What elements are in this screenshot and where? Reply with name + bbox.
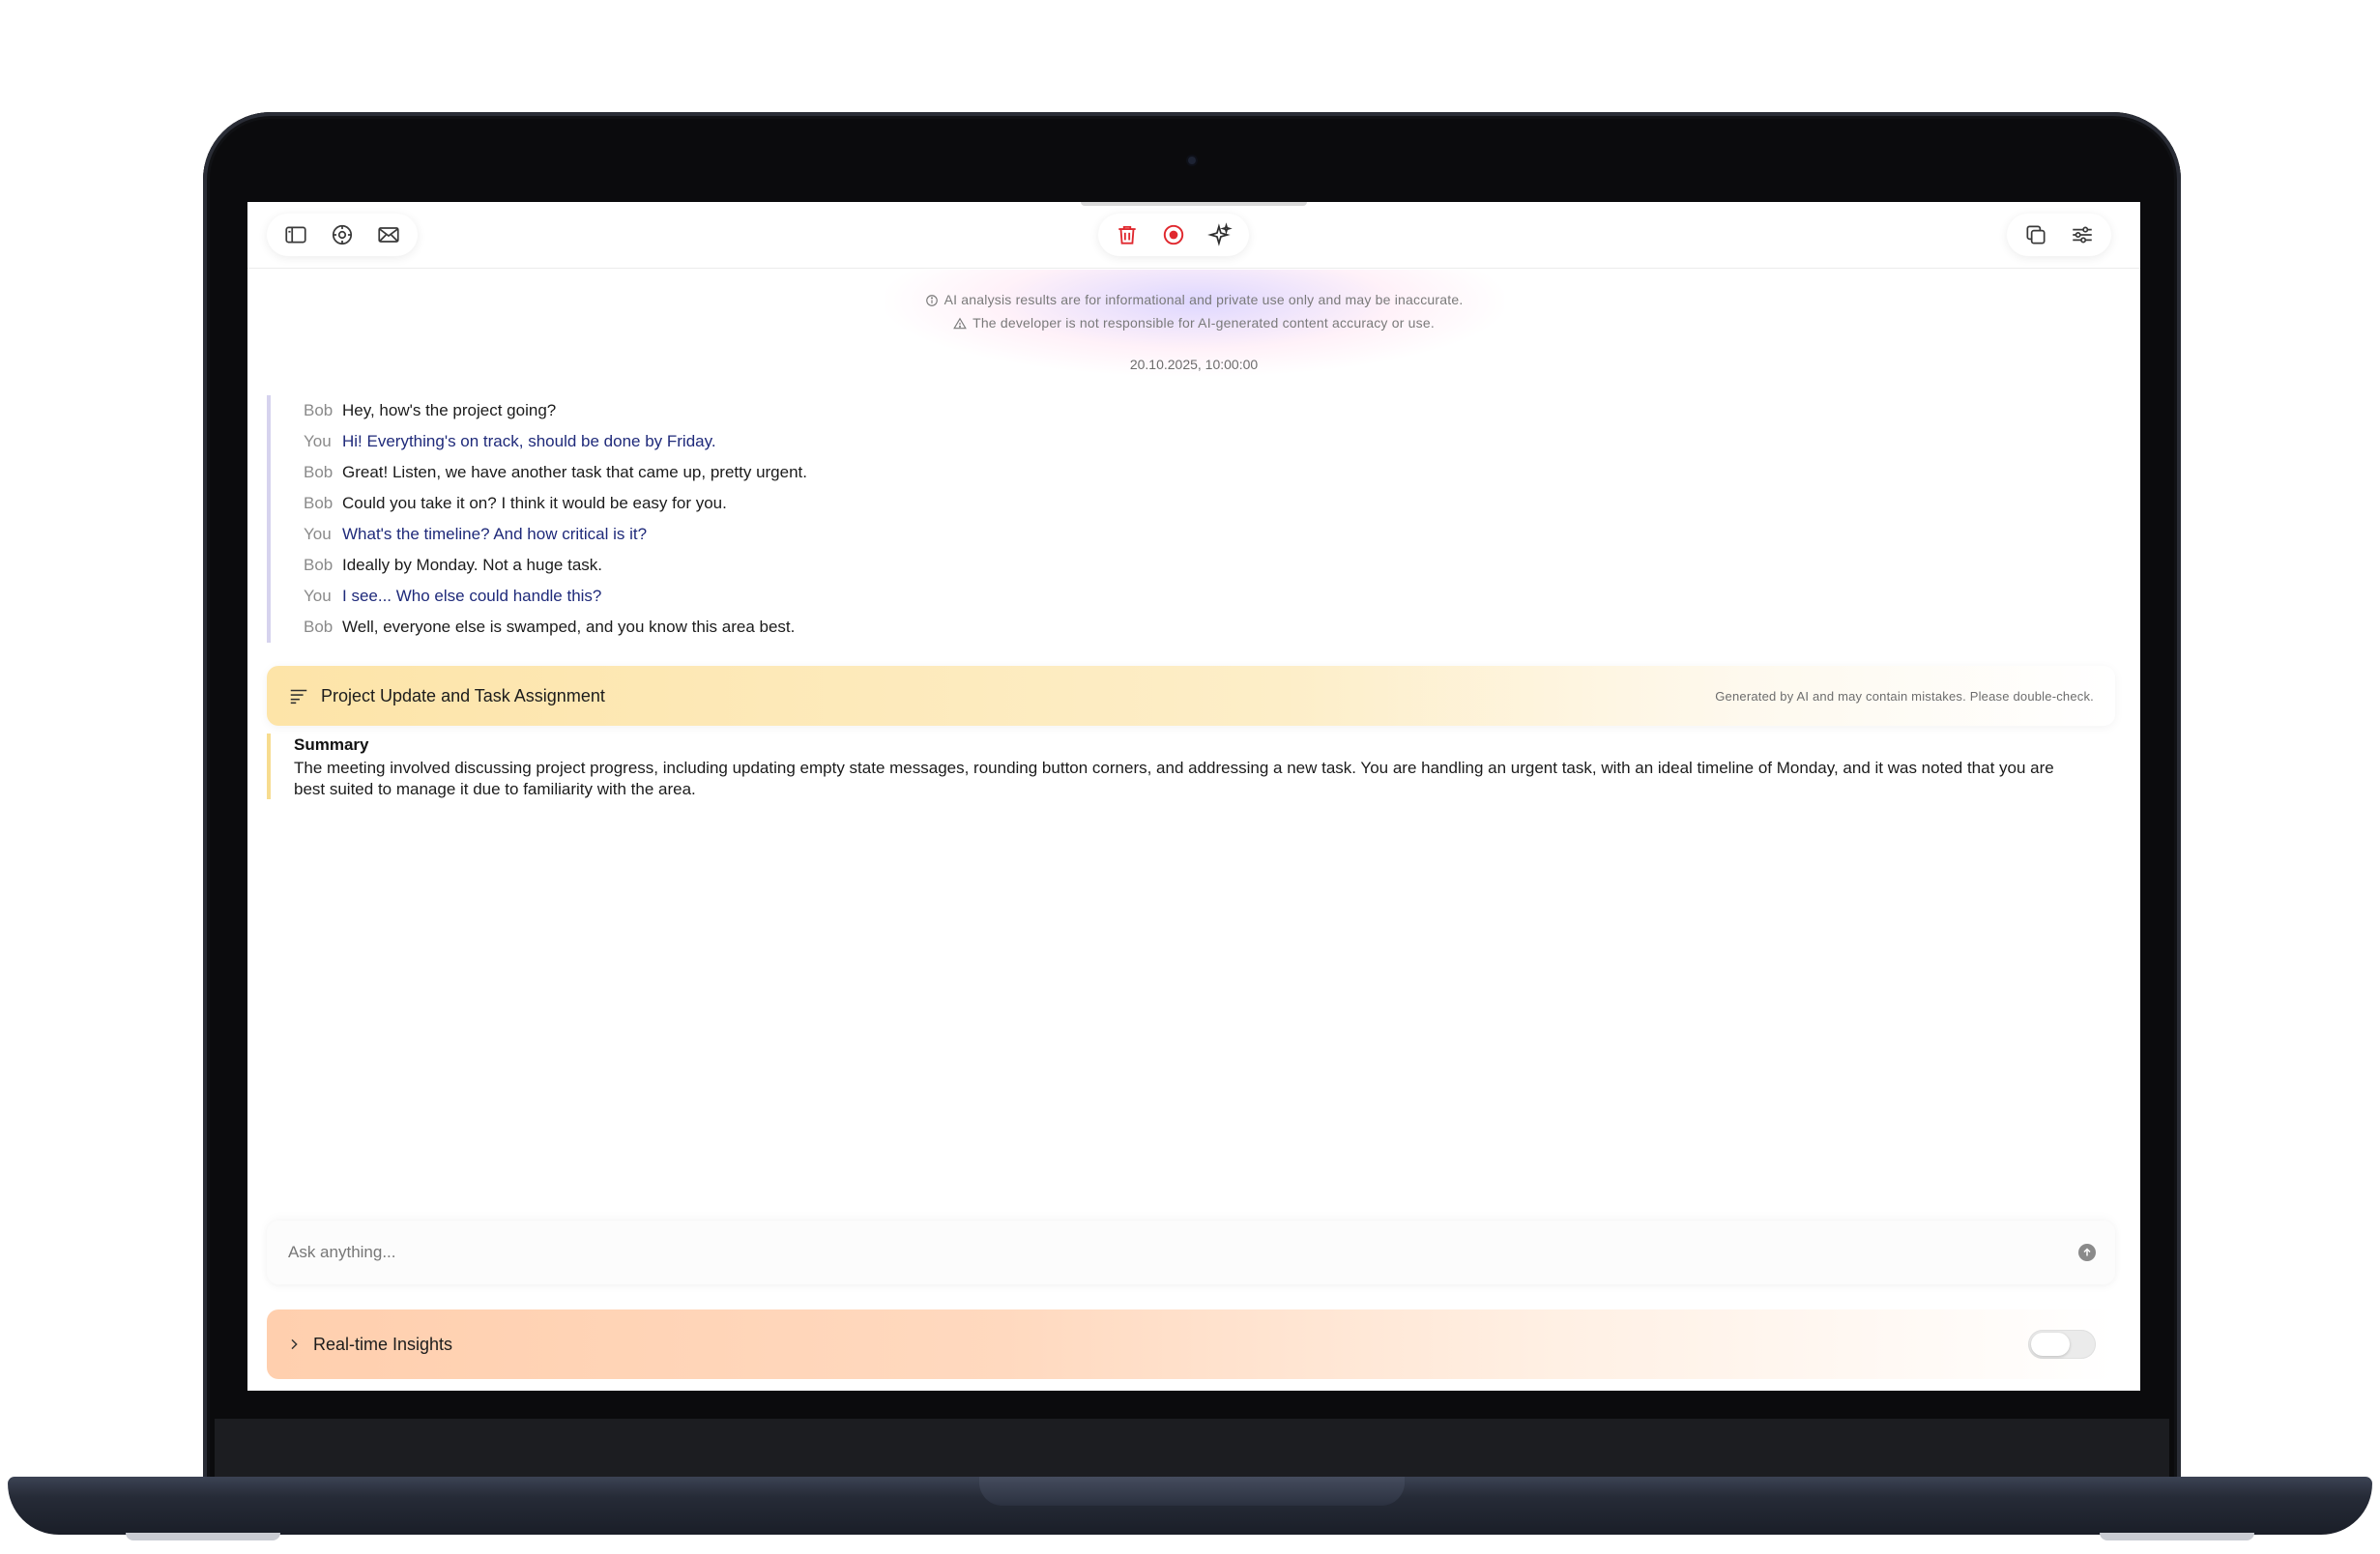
- send-button[interactable]: [2078, 1244, 2096, 1261]
- summary-label: Summary: [294, 735, 369, 754]
- transcript-line: Bob Could you take it on? I think it woul…: [304, 488, 2007, 519]
- speaker-label: You: [304, 587, 332, 605]
- transcript-line: Bob Well, everyone else is swamped, and y…: [304, 612, 2007, 643]
- transcript-line: Bob Ideally by Monday. Not a huge task.: [304, 550, 2007, 581]
- speaker-label: Bob: [304, 556, 334, 574]
- transcript-line: You I see... Who else could handle this?: [304, 581, 2007, 612]
- message-text: Great! Listen, we have another task that…: [342, 463, 807, 481]
- toggle-knob: [2031, 1333, 2070, 1356]
- laptop-foot-left: [126, 1533, 280, 1540]
- speaker-label: Bob: [304, 494, 334, 512]
- app-window: AI analysis results are for informationa…: [247, 202, 2140, 1391]
- arrow-up-icon: [2083, 1248, 2091, 1256]
- chevron-right-icon: [291, 1338, 298, 1350]
- transcript-line: Bob Hey, how's the project going?: [304, 395, 2007, 426]
- toolbar-left-group: [267, 214, 418, 256]
- info-icon: [925, 295, 938, 306]
- speaker-label: Bob: [304, 618, 334, 636]
- laptop-hinge: [979, 1477, 1405, 1506]
- record-icon: [1163, 224, 1184, 245]
- ask-bar: [267, 1221, 2115, 1284]
- camera-icon: [1188, 157, 1196, 164]
- record-button[interactable]: [1152, 214, 1195, 256]
- preferences-button[interactable]: [2061, 214, 2104, 256]
- ai-generated-note: Generated by AI and may contain mistakes…: [1715, 688, 2094, 704]
- disclaimer-line-2: The developer is not responsible for AI-…: [247, 315, 2140, 331]
- message-text: What's the timeline? And how critical is…: [342, 525, 648, 543]
- insights-label: Real-time Insights: [313, 1334, 453, 1354]
- settings-icon: [332, 224, 353, 245]
- sidebar-icon: [285, 226, 306, 244]
- transcript-line: You What's the timeline? And how critical…: [304, 519, 2007, 550]
- delete-button[interactable]: [1106, 214, 1148, 256]
- speaker-label: You: [304, 432, 332, 450]
- summary-header[interactable]: Project Update and Task Assignment Gener…: [267, 666, 2115, 726]
- disclaimer-line-1: AI analysis results are for informationa…: [247, 292, 2140, 307]
- message-text: I see... Who else could handle this?: [342, 587, 602, 605]
- email-button[interactable]: [367, 214, 410, 256]
- sparkle-icon: [1207, 222, 1233, 246]
- summary-title: Project Update and Task Assignment: [321, 685, 605, 705]
- warning-icon: [953, 317, 967, 330]
- text-lines-icon: [290, 689, 307, 705]
- transcript-line: You Hi! Everything's on track, should be …: [304, 426, 2007, 457]
- speaker-label: You: [304, 525, 332, 543]
- toolbar-right-group: [2007, 214, 2111, 256]
- mail-icon: [378, 227, 399, 243]
- summary-text: The meeting involved discussing project …: [294, 759, 2054, 798]
- realtime-insights-bar[interactable]: Real-time Insights: [267, 1309, 2115, 1379]
- ask-input[interactable]: [286, 1242, 2078, 1263]
- message-text: Hey, how's the project going?: [342, 401, 557, 419]
- message-text: Well, everyone else is swamped, and you …: [342, 618, 796, 636]
- disclaimer-text-1: AI analysis results are for informationa…: [943, 292, 1464, 307]
- message-text: Ideally by Monday. Not a huge task.: [342, 556, 603, 574]
- sliders-icon: [2073, 226, 2092, 244]
- speaker-label: Bob: [304, 463, 334, 481]
- message-text: Hi! Everything's on track, should be don…: [342, 432, 716, 450]
- transcript: Bob Hey, how's the project going? You Hi! …: [267, 395, 2007, 643]
- disclaimer-text-2: The developer is not responsible for AI-…: [972, 315, 1435, 331]
- ai-assist-button[interactable]: [1199, 214, 1241, 256]
- insights-toggle[interactable]: [2028, 1330, 2096, 1359]
- toolbar-center-group: [1098, 214, 1249, 256]
- session-timestamp: 20.10.2025, 10:00:00: [1129, 357, 1259, 372]
- window-tab-indicator: [1081, 202, 1307, 206]
- summary-body: Summary The meeting involved discussing …: [267, 734, 2104, 799]
- toggle-sidebar-button[interactable]: [275, 214, 317, 256]
- copy-icon: [2026, 225, 2046, 245]
- trash-icon: [1118, 225, 1136, 245]
- laptop-foot-right: [2100, 1533, 2254, 1540]
- transcript-line: Bob Great! Listen, we have another task t…: [304, 457, 2007, 488]
- copy-button[interactable]: [2015, 214, 2057, 256]
- toolbar: [247, 202, 2140, 269]
- laptop-bezel-bottom: [215, 1419, 2169, 1477]
- speaker-label: Bob: [304, 401, 334, 419]
- message-text: Could you take it on? I think it would b…: [342, 494, 727, 512]
- settings-button[interactable]: [321, 214, 363, 256]
